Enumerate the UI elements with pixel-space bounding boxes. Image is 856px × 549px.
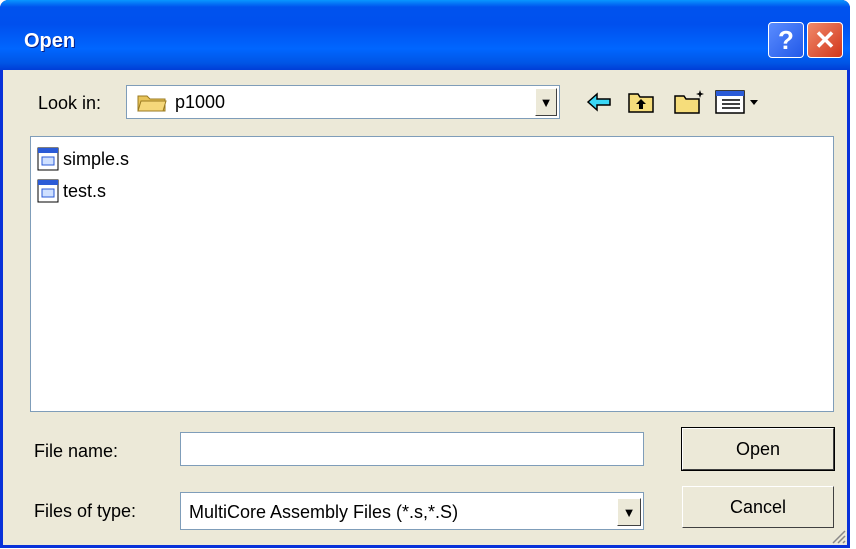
help-button[interactable]: ?	[768, 22, 804, 58]
file-list[interactable]: simple.s test.s	[30, 136, 834, 412]
file-name-label: File name:	[34, 441, 119, 461]
list-item[interactable]: test.s	[37, 177, 106, 205]
assembly-file-icon	[37, 147, 59, 171]
resize-grip-icon[interactable]	[828, 526, 846, 544]
chevron-down-icon[interactable]: ▼	[617, 498, 641, 526]
chevron-down-icon[interactable]: ▼	[535, 88, 557, 116]
look-in-dropdown[interactable]: p1000 ▼	[126, 85, 560, 119]
open-dialog: Open ? ✕ Look in: p1000 ▼ simple.s test.…	[0, 0, 850, 548]
file-name-field[interactable]	[180, 432, 644, 466]
back-icon[interactable]	[584, 88, 614, 116]
open-button[interactable]: Open	[681, 427, 835, 471]
file-name: simple.s	[63, 148, 130, 169]
file-name: test.s	[63, 180, 107, 201]
file-type-dropdown[interactable]: MultiCore Assembly Files (*.s,*.S) ▼	[180, 492, 644, 530]
assembly-file-icon	[37, 179, 59, 203]
window-title: Open	[24, 30, 76, 52]
list-item[interactable]: simple.s	[37, 145, 129, 173]
new-folder-icon[interactable]	[672, 88, 708, 116]
look-in-label: Look in:	[38, 93, 102, 113]
view-menu-icon[interactable]	[714, 88, 762, 116]
file-type-label: Files of type:	[34, 501, 137, 521]
close-button[interactable]: ✕	[807, 22, 843, 58]
title-bar[interactable]: Open ? ✕	[0, 0, 850, 70]
look-in-value: p1000	[175, 92, 226, 112]
folder-icon	[137, 95, 167, 112]
file-type-value: MultiCore Assembly Files (*.s,*.S)	[189, 502, 459, 522]
up-folder-icon[interactable]	[626, 88, 656, 116]
cancel-button[interactable]: Cancel	[682, 486, 834, 528]
